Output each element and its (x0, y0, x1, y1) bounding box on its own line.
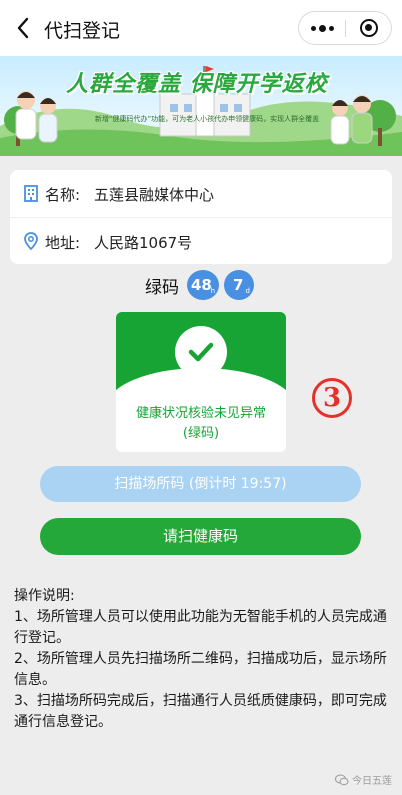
hours-badge: 48 h (187, 270, 219, 300)
health-status-line1: 健康状况核验未见异常 (135, 406, 266, 421)
health-status-line2: (绿码) (182, 426, 220, 441)
watermark: 今日五莲 (335, 772, 392, 787)
days-badge-unit: d (245, 287, 250, 295)
health-status-text: 健康状况核验未见异常 (绿码) (116, 404, 286, 444)
health-status-card: 健康状况核验未见异常 (绿码) (116, 312, 286, 452)
back-icon[interactable] (12, 14, 36, 42)
venue-address-row: 地址: 人民路1067号 (10, 217, 392, 264)
promo-banner: 人群全覆盖 保障开学返校 新增“健康码代办”功能，可为老人小孩代办申领健康码，实… (0, 56, 402, 156)
venue-address-value: 人民路1067号 (94, 234, 193, 252)
building-icon (24, 185, 38, 202)
scan-place-code-button[interactable]: 扫描场所码 (倒计时 19:57) (40, 466, 361, 502)
instructions-title: 操作说明: (14, 588, 75, 604)
watermark-text: 今日五莲 (352, 776, 392, 787)
navigation-bar: 代扫登记 (0, 0, 402, 56)
health-code-label: 绿码 (145, 278, 179, 298)
venue-name-row: 名称: 五莲县融媒体中心 (10, 170, 392, 217)
venue-name-value: 五莲县融媒体中心 (94, 186, 215, 204)
venue-info-card: 名称: 五莲县融媒体中心 地址: 人民路1067号 (10, 170, 392, 264)
wechat-icon (335, 774, 349, 785)
venue-address-label: 地址: (45, 234, 81, 252)
instruction-item: 3、扫描场所码完成后，扫描通行人员纸质健康码，即可完成通行信息登记。 (14, 693, 387, 730)
days-badge-value: 7 (233, 276, 244, 294)
annotation-marker: 3 (312, 378, 352, 418)
location-pin-icon (24, 232, 38, 251)
banner-subline: 新增“健康码代办”功能，可为老人小孩代办申领健康码，实现人群全覆盖 (94, 115, 320, 123)
venue-name-label: 名称: (45, 186, 81, 204)
close-miniprogram-icon[interactable] (346, 12, 392, 44)
days-badge: 7 d (224, 270, 254, 300)
instruction-item: 2、场所管理人员先扫描场所二维码，扫描成功后，显示场所信息。 (14, 651, 387, 688)
more-icon[interactable] (299, 12, 345, 44)
hours-badge-unit: h (210, 287, 215, 295)
checkmark-icon (175, 326, 227, 378)
instruction-item: 1、场所管理人员可以使用此功能为无智能手机的人员完成通行登记。 (14, 609, 387, 646)
instructions: 操作说明: 1、场所管理人员可以使用此功能为无智能手机的人员完成通行登记。 2、… (14, 586, 392, 733)
scan-health-code-button[interactable]: 请扫健康码 (40, 518, 361, 555)
banner-headline: 人群全覆盖 保障开学返校 (66, 72, 328, 97)
hours-badge-value: 48 (191, 276, 212, 294)
miniprogram-capsule (298, 11, 392, 45)
page-title: 代扫登记 (44, 20, 121, 42)
